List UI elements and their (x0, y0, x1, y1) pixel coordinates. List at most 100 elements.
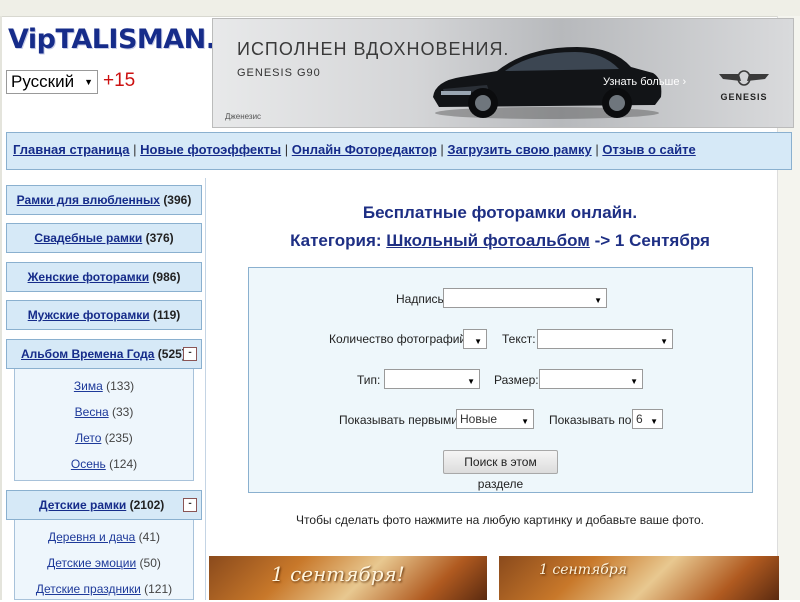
text-label: Текст: (502, 332, 536, 346)
text-select[interactable]: ▼ (537, 329, 673, 349)
ad-brand-name: GENESIS (720, 92, 768, 102)
frame-thumbnail[interactable]: 1 сентября (499, 556, 779, 600)
subcategory-link[interactable]: Деревня и дача (48, 530, 135, 544)
subcategory-item: Зима (133) (15, 373, 193, 399)
type-label: Тип: (357, 373, 381, 387)
category-count: (376) (145, 231, 174, 245)
frame-thumbnail[interactable]: 1 сентября! (209, 556, 487, 600)
ad-model: GENESIS G90 (237, 67, 321, 79)
subcategory-link[interactable]: Зима (74, 379, 103, 393)
category-heading: Категория: Школьный фотоальбом -> 1 Сент… (208, 227, 792, 255)
google-plus-count[interactable]: +15 (103, 70, 135, 92)
per-page-value: 6 (636, 412, 643, 426)
chevron-down-icon: ▼ (650, 417, 658, 426)
subcategory-count: (50) (139, 556, 161, 570)
subcategory-link[interactable]: Детские эмоции (47, 556, 136, 570)
category-link[interactable]: Детские рамки (39, 498, 126, 512)
ad-brand: GENESIS (709, 69, 779, 102)
category-link[interactable]: Свадебные рамки (34, 231, 142, 245)
page-title: Бесплатные фоторамки онлайн. Категория: … (208, 199, 792, 255)
subcategory-count: (121) (144, 582, 173, 596)
sidebar-category: Свадебные рамки (376) (6, 223, 202, 253)
sidebar-category: Рамки для влюбленных (396) (6, 185, 202, 215)
page-left-edge (0, 16, 2, 600)
subcategory-count: (235) (104, 431, 133, 445)
chevron-down-icon: ▼ (521, 417, 529, 426)
caption-select[interactable]: ▼ (443, 288, 607, 308)
show-first-value: Новые (460, 412, 498, 426)
category-count: (119) (152, 308, 181, 322)
language-value: Русский (11, 72, 75, 91)
sidebar-category: Женские фоторамки (986) (6, 262, 202, 292)
category-link[interactable]: Женские фоторамки (28, 270, 150, 284)
subcategory-item: Лето (235) (15, 425, 193, 451)
filter-panel: Надпись ▼ Количество фотографий: ▼ Текст… (248, 267, 753, 493)
kids-subcategories: Деревня и дача (41) Детские эмоции (50) … (14, 520, 194, 600)
show-first-label: Показывать первыми: (339, 413, 462, 427)
nav-separator: | (284, 142, 289, 157)
size-label: Размер: (494, 373, 539, 387)
instruction-text: Чтобы сделать фото нажмите на любую карт… (296, 513, 704, 527)
sidebar-category: Детские рамки (2102) - (6, 490, 202, 520)
chevron-down-icon: ▼ (660, 337, 668, 346)
chevron-down-icon: ▼ (594, 296, 602, 305)
caption-label: Надпись (396, 292, 444, 306)
category-link[interactable]: Мужские фоторамки (28, 308, 150, 322)
nav-online-editor[interactable]: Онлайн Фоторедактор (292, 142, 437, 157)
nav-home[interactable]: Главная страница (13, 142, 129, 157)
show-first-select[interactable]: Новые ▼ (456, 409, 534, 429)
subcategory-link[interactable]: Весна (75, 405, 109, 419)
category-prefix: Категория: (290, 231, 382, 250)
ad-banner[interactable]: ИСПОЛНЕН ВДОХНОВЕНИЯ. GENESIS G90 Дженез… (212, 18, 794, 128)
subcategory-count: (124) (109, 457, 138, 471)
photos-count-label: Количество фотографий: (329, 332, 470, 346)
page-title-line1: Бесплатные фоторамки онлайн. (362, 203, 638, 222)
size-select[interactable]: ▼ (539, 369, 643, 389)
ad-learn-more-link[interactable]: Узнать больше › (603, 76, 686, 88)
subcategory-item: Весна (33) (15, 399, 193, 425)
language-select[interactable]: Русский ▼ (6, 70, 98, 94)
subcategory-link[interactable]: Осень (71, 457, 106, 471)
category-count: (525) (157, 347, 186, 361)
subcategory-item: Детские эмоции (50) (15, 550, 193, 576)
nav-separator: | (133, 142, 137, 157)
browser-top-strip (0, 0, 800, 17)
nav-feedback[interactable]: Отзыв о сайте (602, 142, 695, 157)
type-select[interactable]: ▼ (384, 369, 480, 389)
collapse-button[interactable]: - (183, 347, 197, 361)
nav-separator: | (440, 142, 444, 157)
sidebar-divider (205, 178, 206, 600)
category-count: (2102) (129, 498, 165, 512)
chevron-down-icon: ▼ (467, 377, 475, 386)
subcategory-item: Деревня и дача (41) (15, 524, 193, 550)
subcategory-count: (33) (111, 405, 134, 419)
season-subcategories: Зима (133) Весна (33) Лето (235) Осень (… (14, 369, 194, 481)
category-breadcrumb-link[interactable]: Школьный фотоальбом (386, 231, 590, 250)
subcategory-link[interactable]: Детские праздники (36, 582, 141, 596)
nav-separator: | (595, 142, 599, 157)
search-section-button[interactable]: Поиск в этом разделе (443, 450, 558, 491)
chevron-down-icon: ▼ (84, 77, 93, 87)
category-link[interactable]: Рамки для влюбленных (17, 193, 160, 207)
category-suffix: -> 1 Сентября (594, 231, 710, 250)
subcategory-count: (133) (106, 379, 135, 393)
nav-new-effects[interactable]: Новые фотоэффекты (140, 142, 281, 157)
sidebar-category: Мужские фоторамки (119) (6, 300, 202, 330)
collapse-button[interactable]: - (183, 498, 197, 512)
main-nav: Главная страница | Новые фотоэффекты | О… (6, 132, 792, 170)
subcategory-count: (41) (138, 530, 161, 544)
ad-credit: Дженезис (225, 112, 262, 121)
subcategory-link[interactable]: Лето (75, 431, 101, 445)
thumbnail-caption: 1 сентября! (271, 562, 405, 586)
nav-upload-frame[interactable]: Загрузить свою рамку (447, 142, 591, 157)
chevron-down-icon: ▼ (630, 377, 638, 386)
sidebar-category: Альбом Времена Года (525) - (6, 339, 202, 369)
category-count: (986) (152, 270, 181, 284)
thumbnail-caption: 1 сентября (539, 562, 628, 578)
photos-count-select[interactable]: ▼ (463, 329, 487, 349)
subcategory-item: Детские праздники (121) (15, 576, 193, 602)
chevron-down-icon: ▼ (474, 337, 482, 346)
category-link[interactable]: Альбом Времена Года (21, 347, 154, 361)
per-page-select[interactable]: 6 ▼ (632, 409, 663, 429)
per-page-label: Показывать по: (549, 413, 635, 427)
